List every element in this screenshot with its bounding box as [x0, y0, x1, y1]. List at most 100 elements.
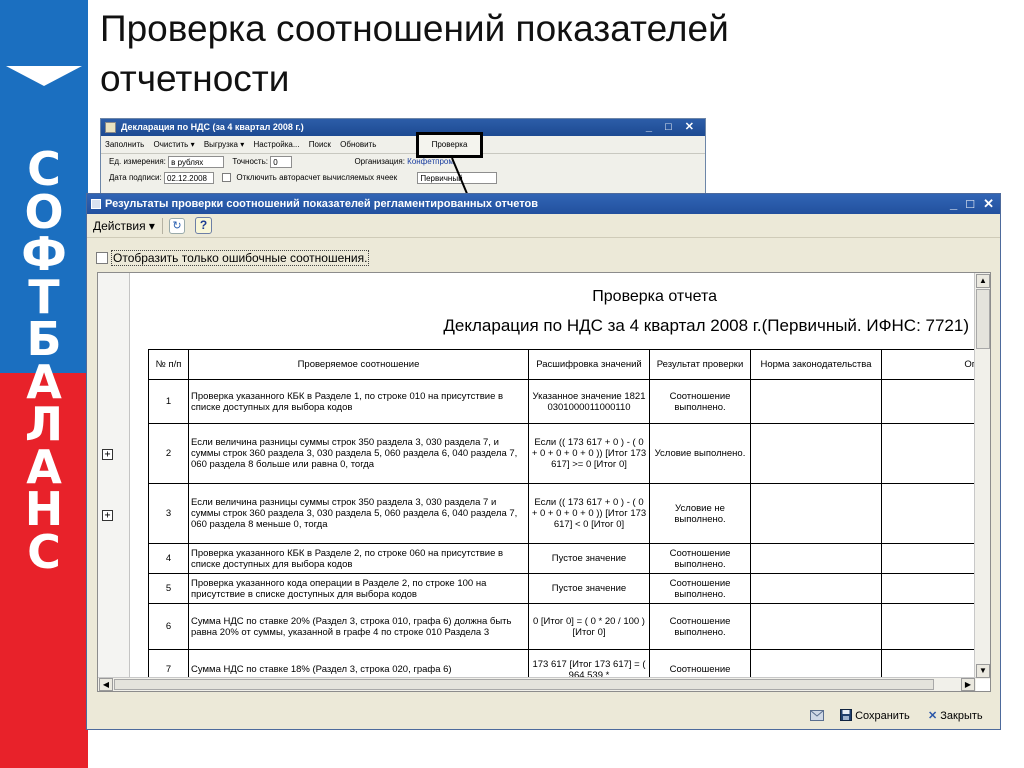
- sign-date-field[interactable]: 02.12.2008: [163, 171, 214, 184]
- results-footer: Сохранить ✕ Закрыть: [87, 703, 1000, 729]
- row-relation: Проверка указанного КБК в Разделе 1, по …: [188, 379, 529, 424]
- table-row[interactable]: 1 Проверка указанного КБК в Разделе 1, п…: [148, 379, 975, 424]
- row-result: Соотношение выполнено.: [649, 603, 751, 650]
- refresh-icon[interactable]: ↻: [169, 218, 185, 234]
- expand-icon[interactable]: +: [102, 449, 113, 460]
- row-number: 6: [148, 603, 189, 650]
- row-relation: Сумма НДС по ставке 20% (Раздел 3, строк…: [188, 603, 529, 650]
- table-row[interactable]: 4 Проверка указанного КБК в Разделе 2, п…: [148, 543, 975, 574]
- column-header: Результат проверки: [649, 349, 751, 380]
- close-button[interactable]: ✕ Закрыть: [928, 703, 983, 729]
- row-values: 173 617 [Итог 173 617] = ( 964 539 *: [528, 649, 650, 679]
- row-norm: [750, 603, 882, 650]
- report-table: № п/п Проверяемое соотношение Расшифровк…: [148, 349, 975, 679]
- row-result: Соотношение: [649, 649, 751, 679]
- row-values: Указанное значение 18210301000011000110: [528, 379, 650, 424]
- errors-only-option[interactable]: Отобразить только ошибочные соотношения.: [96, 250, 370, 266]
- autocalc-checkbox[interactable]: [222, 173, 232, 182]
- brand-letter: С: [27, 524, 61, 579]
- minimize-icon[interactable]: _: [950, 196, 957, 211]
- row-result: Соотношение выполнено.: [649, 543, 751, 574]
- window-controls[interactable]: _ □ ✕: [646, 119, 699, 136]
- envelope-icon[interactable]: [810, 710, 824, 721]
- settings-button[interactable]: Настройка...: [253, 140, 299, 149]
- scroll-left-icon[interactable]: ◀: [99, 678, 113, 691]
- row-number: 3: [148, 483, 189, 544]
- save-button[interactable]: Сохранить: [840, 703, 910, 729]
- column-header: Проверяемое соотношение: [188, 349, 529, 380]
- row-values: Пустое значение: [528, 573, 650, 604]
- scroll-down-icon[interactable]: ▼: [976, 664, 990, 678]
- results-window-titlebar: Результаты проверки соотношений показате…: [87, 194, 1000, 214]
- report-content: Проверка отчета Декларация по НДС за 4 к…: [131, 273, 975, 679]
- document-icon: [105, 122, 116, 133]
- row-relation: Если величина разницы суммы строк 350 ра…: [188, 423, 529, 484]
- slide-title-line2: отчетности: [100, 58, 290, 99]
- check-button[interactable]: Проверка: [416, 132, 483, 158]
- scroll-up-icon[interactable]: ▲: [976, 274, 990, 288]
- type-select[interactable]: Первичный: [417, 171, 498, 184]
- scrollbar-thumb[interactable]: [114, 679, 934, 690]
- window-icon: [91, 199, 101, 209]
- autocalc-label: Отключить авторасчет вычисляемых ячеек: [236, 173, 398, 182]
- errors-only-checkbox[interactable]: [96, 252, 108, 264]
- row-result: Соотношение выполнено.: [649, 379, 751, 424]
- chevron-down-icon: [6, 66, 82, 86]
- declaration-sign-row: Дата подписи: 02.12.2008 Отключить автор…: [101, 170, 705, 186]
- column-header: Описание н: [881, 349, 975, 380]
- clear-button[interactable]: Очистить ▾: [154, 140, 195, 149]
- toolbar-separator: [162, 218, 163, 234]
- row-relation: Проверка указанного КБК в Разделе 2, по …: [188, 543, 529, 574]
- brand-logo-letters: С О Ф Т Б А Л А Н С: [0, 146, 88, 579]
- table-row[interactable]: 3 Если величина разницы суммы строк 350 …: [148, 483, 975, 544]
- row-values: Пустое значение: [528, 543, 650, 574]
- row-description: [881, 573, 975, 604]
- row-norm: [750, 573, 882, 604]
- table-row[interactable]: 2 Если величина разницы суммы строк 350 …: [148, 423, 975, 484]
- fill-button[interactable]: Заполнить: [105, 140, 144, 149]
- help-button[interactable]: ?: [195, 217, 212, 234]
- table-row[interactable]: 7 Сумма НДС по ставке 18% (Раздел 3, стр…: [148, 649, 975, 679]
- row-number: 2: [148, 423, 189, 484]
- row-norm: [750, 379, 882, 424]
- report-area[interactable]: + + Проверка отчета Декларация по НДС за…: [97, 272, 991, 692]
- org-link[interactable]: Конфетпром: [407, 157, 454, 166]
- column-header: № п/п: [148, 349, 189, 380]
- declaration-params-row: Ед. измерения: в рублях Точность: 0 Орга…: [101, 154, 705, 170]
- table-row[interactable]: 6 Сумма НДС по ставке 20% (Раздел 3, стр…: [148, 603, 975, 650]
- search-button[interactable]: Поиск: [309, 140, 331, 149]
- actions-menu[interactable]: Действия ▾: [93, 218, 155, 234]
- close-icon: ✕: [928, 710, 938, 722]
- maximize-icon[interactable]: □: [966, 196, 974, 211]
- results-window-title: Результаты проверки соотношений показате…: [105, 198, 538, 210]
- unit-label: Ед. измерения:: [109, 157, 166, 166]
- row-relation: Сумма НДС по ставке 18% (Раздел 3, строк…: [188, 649, 529, 679]
- row-relation: Проверка указанного кода операции в Разд…: [188, 573, 529, 604]
- group-gutter: + +: [98, 273, 130, 679]
- row-number: 1: [148, 379, 189, 424]
- row-norm: [750, 649, 882, 679]
- row-result: Условие выполнено.: [649, 423, 751, 484]
- unit-select[interactable]: в рублях: [168, 155, 225, 168]
- slide-title: Проверка соотношений показателей отчетно…: [100, 4, 1000, 104]
- precision-field[interactable]: 0: [270, 155, 293, 168]
- horizontal-scrollbar[interactable]: ◀ ▶: [98, 677, 976, 691]
- export-button[interactable]: Выгрузка ▾: [204, 140, 244, 149]
- row-relation: Если величина разницы суммы строк 350 ра…: [188, 483, 529, 544]
- column-header: Расшифровка значений: [528, 349, 650, 380]
- expand-icon[interactable]: +: [102, 510, 113, 521]
- close-button-label: Закрыть: [940, 710, 983, 722]
- row-number: 5: [148, 573, 189, 604]
- row-norm: [750, 483, 882, 544]
- close-icon[interactable]: ✕: [983, 196, 994, 211]
- scrollbar-thumb[interactable]: [976, 289, 990, 349]
- floppy-disk-icon: [840, 709, 852, 721]
- report-title: Проверка отчета: [592, 288, 717, 305]
- vertical-scrollbar[interactable]: ▲ ▼: [974, 273, 990, 679]
- table-header-row: № п/п Проверяемое соотношение Расшифровк…: [148, 349, 975, 380]
- row-description: [881, 379, 975, 424]
- declaration-toolbar: Заполнить Очистить ▾ Выгрузка ▾ Настройк…: [101, 136, 705, 154]
- refresh-button[interactable]: Обновить: [340, 140, 376, 149]
- scroll-right-icon[interactable]: ▶: [961, 678, 975, 691]
- table-row[interactable]: 5 Проверка указанного кода операции в Ра…: [148, 573, 975, 604]
